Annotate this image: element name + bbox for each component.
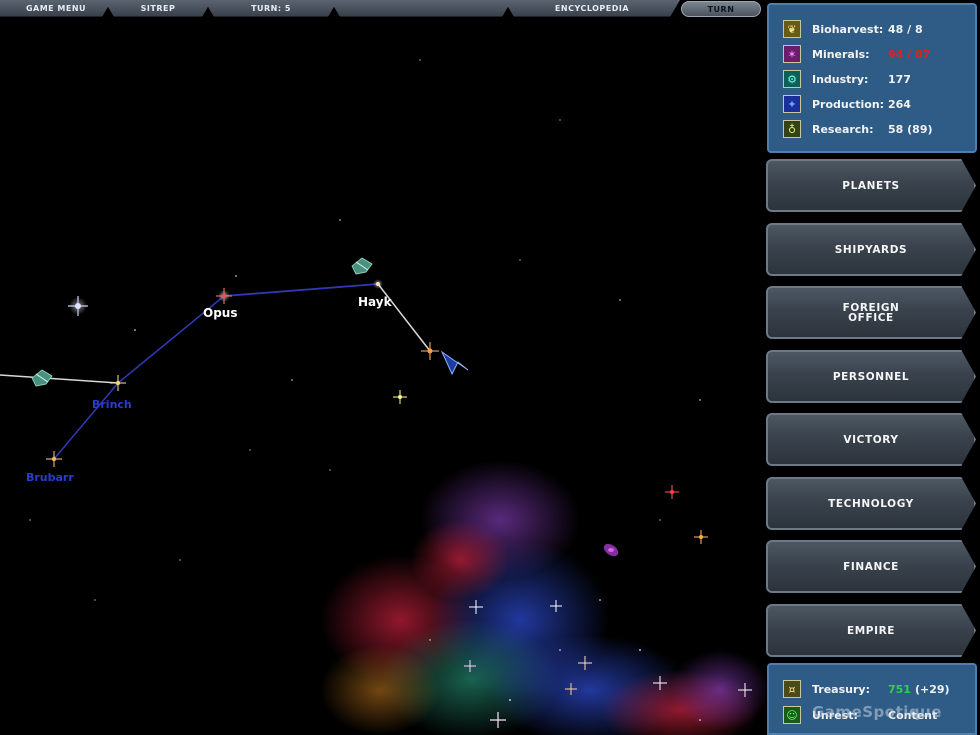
game-menu-button[interactable]: GAME MENU (0, 0, 112, 17)
resource-row-bioharvest: ❦ Bioharvest: 48 / 8 (783, 19, 973, 39)
treasury-row: ¤ Treasury: 751 (+29) (783, 679, 973, 699)
treasury-label: Treasury: (812, 682, 870, 696)
encyclopedia-button[interactable]: ENCYCLOPEDIA (504, 0, 680, 17)
resource-row-production: ✦ Production: 264 (783, 94, 973, 114)
treasury-delta: (+29) (914, 682, 950, 696)
treasury-value: 751 (888, 682, 911, 696)
resource-value: 94 / 87 (888, 47, 931, 61)
resource-label: Bioharvest: (812, 22, 884, 36)
treasury-icon: ¤ (783, 680, 801, 698)
victory-button[interactable]: VICTORY (766, 413, 976, 466)
resource-value: 58 (89) (888, 122, 933, 136)
resource-row-research: ♁ Research: 58 (89) (783, 119, 973, 139)
system-label-brubarr[interactable]: Brubarr (26, 471, 74, 484)
empire-button[interactable]: EMPIRE (766, 604, 976, 657)
treasury-panel: ¤ Treasury: 751 (+29) ☺ Unrest: Content (767, 663, 977, 735)
production-icon: ✦ (783, 95, 801, 113)
system-label-opus[interactable]: Opus (203, 306, 237, 320)
top-bar: GAME MENU SITREP TURN: 5 ENCYCLOPEDIA TU… (0, 0, 765, 17)
minerals-icon: ✶ (783, 45, 801, 63)
foreign-office-button[interactable]: FOREIGN OFFICE (766, 286, 976, 339)
resource-value: 177 (888, 72, 911, 86)
system-label-hayk[interactable]: Hayk (358, 295, 393, 309)
planets-button[interactable]: PLANETS (766, 159, 976, 212)
unrest-icon: ☺ (783, 706, 801, 724)
industry-icon: ⚙ (783, 70, 801, 88)
resource-row-minerals: ✶ Minerals: 94 / 87 (783, 44, 973, 64)
resource-value: 48 / 8 (888, 22, 923, 36)
resource-row-industry: ⚙ Industry: 177 (783, 69, 973, 89)
system-label-brinch[interactable]: Brinch (92, 398, 132, 411)
finance-button[interactable]: FINANCE (766, 540, 976, 593)
topbar-spacer (330, 0, 512, 17)
technology-button[interactable]: TECHNOLOGY (766, 477, 976, 530)
bioharvest-icon: ❦ (783, 20, 801, 38)
research-icon: ♁ (783, 120, 801, 138)
turn-counter: TURN: 5 (204, 0, 338, 17)
personnel-button[interactable]: PERSONNEL (766, 350, 976, 403)
resource-label: Minerals: (812, 47, 870, 61)
end-turn-button[interactable]: TURN (681, 1, 761, 17)
resource-label: Industry: (812, 72, 869, 86)
resource-label: Production: (812, 97, 885, 111)
watermark-logo: GameSpotique (812, 703, 942, 721)
resource-panel: ❦ Bioharvest: 48 / 8 ✶ Minerals: 94 / 87… (767, 3, 977, 153)
star-hayk[interactable] (373, 279, 383, 289)
resource-label: Research: (812, 122, 874, 136)
sitrep-button[interactable]: SITREP (104, 0, 212, 17)
resource-value: 264 (888, 97, 911, 111)
shipyards-button[interactable]: SHIPYARDS (766, 223, 976, 276)
